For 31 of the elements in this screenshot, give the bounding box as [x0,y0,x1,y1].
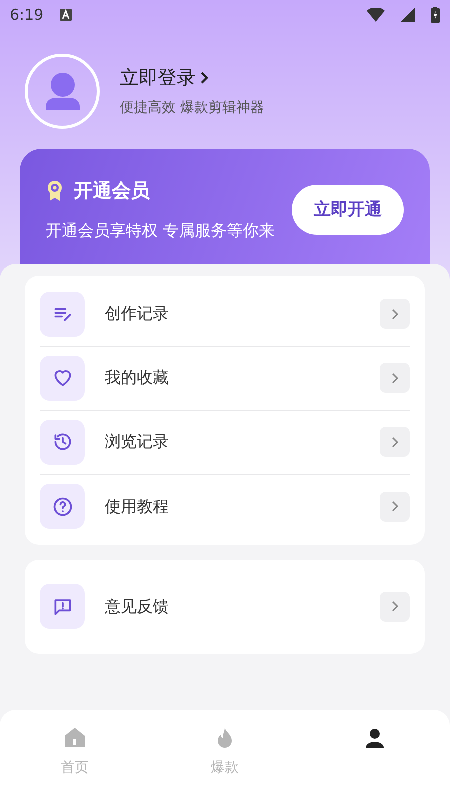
vip-description: 开通会员享特权 专属服务等你来 [46,220,276,242]
subscribe-button[interactable]: 立即开通 [292,185,404,236]
signal-icon [401,8,415,22]
menu-label: 使用教程 [105,496,170,518]
user-icon [363,726,387,750]
chevron-right-icon [392,601,398,612]
menu-label: 创作记录 [105,303,170,325]
menu-item[interactable]: 我的收藏 [40,346,410,410]
menu-label: 意见反馈 [105,596,170,618]
chevron-right-icon [392,501,398,512]
chevron-right-icon [200,71,210,85]
chevron-right-icon [392,372,398,384]
login-link[interactable]: 立即登录 [120,64,264,92]
profile-tagline: 便捷高效 爆款剪辑神器 [120,99,264,118]
chevron-right-icon [392,308,398,320]
status-time: 6:19 [10,4,44,26]
home-icon [63,726,87,750]
help-icon [52,496,74,518]
vip-title: 开通会员 [74,179,150,204]
medal-icon [46,180,64,202]
notification-icon [60,9,72,21]
chevron-right-icon [392,436,398,448]
menu-item[interactable]: 意见反馈 [40,574,410,638]
menu-label: 我的收藏 [105,367,170,389]
menu-label: 浏览记录 [105,431,170,453]
menu-item[interactable]: 使用教程 [40,474,410,538]
battery-icon [431,7,440,23]
menu-item[interactable]: 浏览记录 [40,410,410,474]
avatar[interactable] [25,54,100,129]
wifi-icon [367,8,385,22]
menu-item[interactable]: 创作记录 [40,282,410,346]
